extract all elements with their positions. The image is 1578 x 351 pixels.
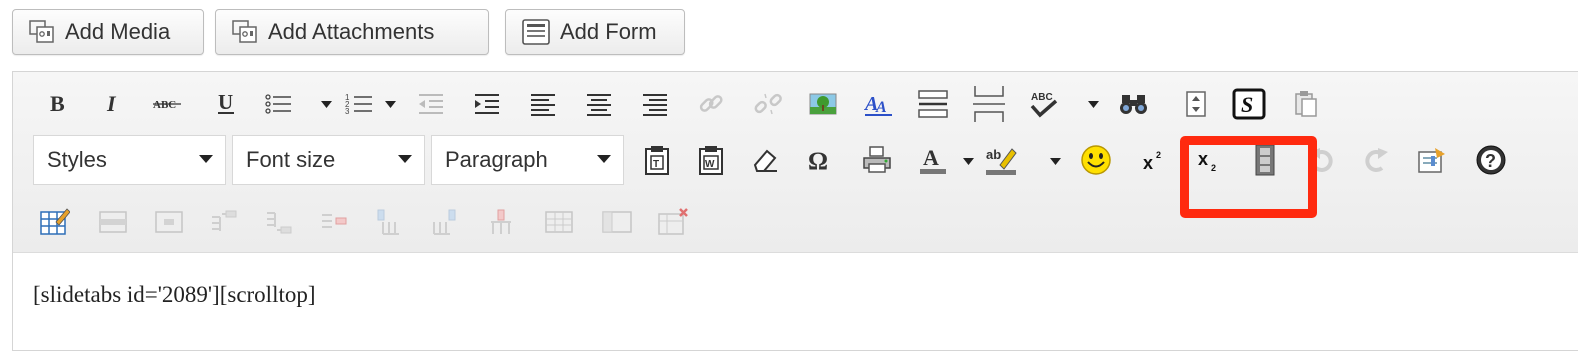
background-color-icon[interactable]: ab [983,142,1019,178]
image-icon[interactable] [805,86,841,122]
background-color-dropdown-icon[interactable] [1050,158,1061,165]
delete-table-icon[interactable] [655,204,691,240]
text-color-icon[interactable]: A [915,142,951,178]
cleanup-icon[interactable] [1414,142,1450,178]
bullet-list-dropdown-icon[interactable] [321,101,332,108]
split-cells-icon[interactable] [541,204,577,240]
chevron-down-icon [398,155,412,163]
add-media-button[interactable]: Add Media [12,9,204,55]
add-media-icon [29,20,54,43]
svg-text:U: U [218,92,233,114]
add-attachments-icon [232,20,257,43]
link-icon[interactable] [693,86,729,122]
add-attachments-button[interactable]: Add Attachments [215,9,489,55]
format-select-value: Paragraph [445,147,548,172]
delete-column-icon[interactable] [483,204,519,240]
editor: B I ABC U 1 2 3 A A ABC S Styles Font si… [12,71,1578,351]
svg-text:A: A [923,145,939,170]
svg-text:?: ? [1485,151,1496,171]
merge-cells-icon[interactable] [599,204,635,240]
fullscreen-icon[interactable] [1178,86,1214,122]
form-icon [522,19,550,45]
add-attachments-label: Add Attachments [268,19,435,44]
add-media-label: Add Media [65,19,171,44]
remove-format-icon[interactable] [747,142,783,178]
indent-icon[interactable] [469,86,505,122]
insert-column-after-icon[interactable] [426,204,462,240]
help-icon[interactable]: ? [1473,142,1509,178]
chevron-down-icon [199,155,213,163]
cell-properties-icon[interactable] [151,204,187,240]
svg-text:I: I [106,93,117,115]
insert-row-after-icon[interactable] [261,204,297,240]
styles-select-value: Styles [47,147,107,172]
strikethrough-icon[interactable]: ABC [149,86,185,122]
print-icon[interactable] [859,142,895,178]
svg-text:S: S [1241,92,1253,117]
spellcheck-dropdown-icon[interactable] [1088,101,1099,108]
add-form-label: Add Form [560,19,657,44]
svg-text:W: W [705,159,715,170]
row-properties-icon[interactable] [95,204,131,240]
numbered-list-dropdown-icon[interactable] [385,101,396,108]
svg-text:Ω: Ω [808,148,828,173]
spellcheck-icon[interactable]: ABC [1025,86,1061,122]
format-select[interactable]: Paragraph [431,135,624,185]
editor-content[interactable]: [slidetabs id='2089'][scrolltop] [33,282,316,308]
redo-icon[interactable] [1358,142,1394,178]
align-center-icon[interactable] [581,86,617,122]
horizontal-rule-icon[interactable] [915,86,951,122]
svg-text:x: x [1143,153,1153,173]
special-character-icon[interactable]: Ω [802,142,838,178]
text-color-dropdown-icon[interactable] [963,158,974,165]
svg-text:ABC: ABC [1031,92,1053,103]
svg-text:A: A [875,99,887,116]
svg-text:ab: ab [986,147,1001,162]
align-right-icon[interactable] [637,86,673,122]
bold-icon[interactable]: B [40,86,76,122]
svg-text:T: T [653,159,659,170]
find-icon[interactable] [1116,86,1152,122]
anchor-icon[interactable]: A A [861,86,897,122]
svg-text:B: B [50,93,65,115]
font-size-select[interactable]: Font size [232,135,425,185]
font-size-select-value: Font size [246,147,336,172]
paste-word-icon[interactable]: W [693,142,729,178]
underline-icon[interactable]: U [208,86,244,122]
insert-row-before-icon[interactable] [206,204,242,240]
insert-column-before-icon[interactable] [371,204,407,240]
editor-toolbar: B I ABC U 1 2 3 A A ABC S Styles Font si… [13,72,1578,253]
svg-text:3: 3 [345,107,350,116]
align-left-icon[interactable] [525,86,561,122]
svg-text:2: 2 [1156,150,1161,160]
italic-icon[interactable]: I [95,86,131,122]
highlight-box [1180,136,1317,218]
styles-select[interactable]: Styles [33,135,226,185]
add-form-button[interactable]: Add Form [505,9,685,55]
table-icon[interactable] [37,204,73,240]
emoticon-icon[interactable] [1078,142,1114,178]
slidetabs-icon[interactable]: S [1231,86,1267,122]
delete-row-icon[interactable] [316,204,352,240]
svg-text:ABC: ABC [153,99,176,111]
superscript-icon[interactable]: x 2 [1136,142,1172,178]
unlink-icon[interactable] [750,86,786,122]
numbered-list-icon[interactable]: 1 2 3 [341,86,377,122]
outdent-icon[interactable] [413,86,449,122]
page-break-icon[interactable] [971,86,1007,122]
bullet-list-icon[interactable] [260,86,296,122]
paste-text-icon[interactable]: T [639,142,675,178]
paste-icon[interactable] [1288,86,1324,122]
chevron-down-icon [597,155,611,163]
